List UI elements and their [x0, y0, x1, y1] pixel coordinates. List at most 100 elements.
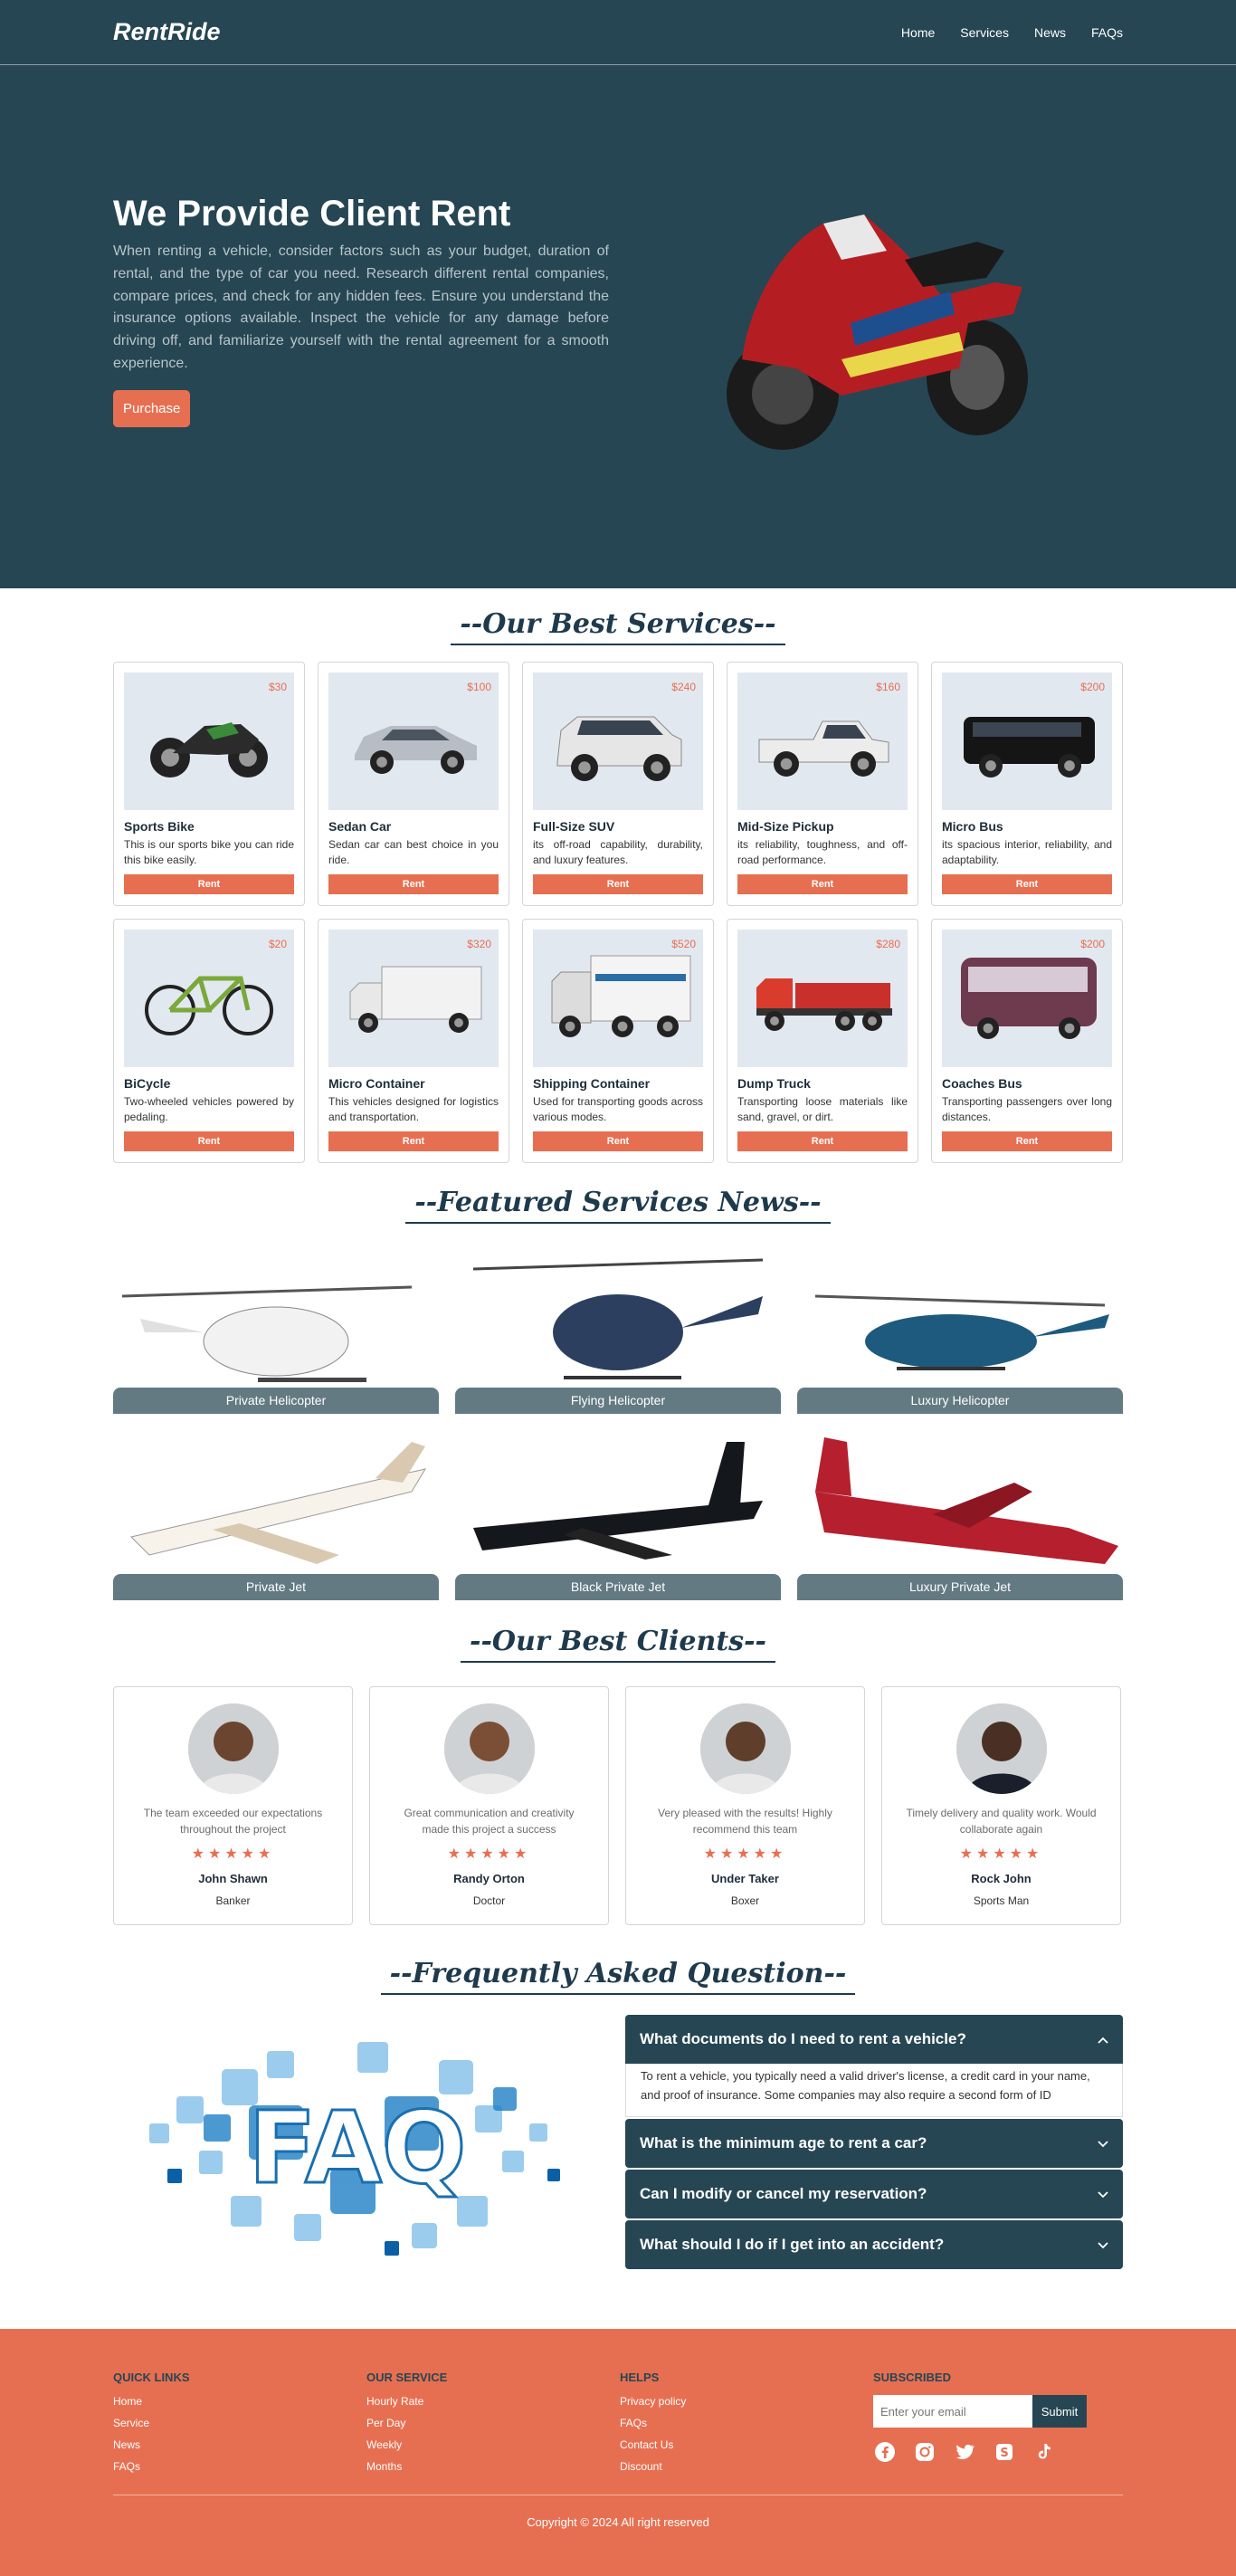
motorcycle-image — [727, 215, 1028, 450]
services-heading-wrap: --Our Best Services-- — [113, 608, 1123, 645]
black-jet-image — [455, 1428, 781, 1589]
service-price: $100 — [467, 681, 491, 693]
footer-link-discount[interactable]: Discount — [620, 2460, 873, 2473]
micro-bus-image — [950, 690, 1104, 794]
client-name: Randy Orton — [453, 1872, 525, 1885]
clients-heading-wrap: --Our Best Clients-- — [113, 1626, 1123, 1663]
subscribe-email-input[interactable] — [873, 2395, 1032, 2428]
featured-card[interactable]: Flying Helicopter — [455, 1242, 781, 1414]
service-image: $100 — [328, 673, 499, 810]
chevron-up-icon — [1098, 2030, 1108, 2048]
site-logo[interactable]: RentRide — [113, 18, 221, 46]
skype-icon[interactable]: S — [993, 2440, 1016, 2464]
footer-link-privacy[interactable]: Privacy policy — [620, 2395, 873, 2408]
service-description: This vehicles designed for logistics and… — [328, 1095, 499, 1124]
rent-button[interactable]: Rent — [737, 1131, 908, 1151]
box-truck-image — [337, 947, 490, 1051]
featured-card[interactable]: Luxury Helicopter — [797, 1242, 1123, 1414]
rent-button[interactable]: Rent — [737, 874, 908, 894]
featured-card[interactable]: Private Jet — [113, 1428, 439, 1600]
service-name: Shipping Container — [533, 1076, 651, 1091]
nav-faqs[interactable]: FAQs — [1091, 25, 1123, 40]
nav-services[interactable]: Services — [960, 25, 1009, 40]
footer-our-service: OUR SERVICE Hourly Rate Per Day Weekly M… — [366, 2371, 620, 2482]
service-description: its reliability, toughness, and off-road… — [737, 838, 908, 867]
faq-question[interactable]: Can I modify or cancel my reservation? — [625, 2170, 1123, 2218]
bicycle-image — [132, 947, 286, 1051]
service-description: Sedan car can best choice in you ride. — [328, 838, 499, 867]
service-name: Sedan Car — [328, 819, 392, 834]
avatar — [443, 1703, 535, 1794]
chevron-down-icon — [1098, 2185, 1108, 2203]
avatar — [956, 1703, 1047, 1794]
footer-link-faqs-help[interactable]: FAQs — [620, 2417, 873, 2429]
featured-card[interactable]: Private Helicopter — [113, 1242, 439, 1414]
footer-link-per-day[interactable]: Per Day — [366, 2417, 620, 2429]
star-rating: ★★★★★ — [447, 1846, 531, 1862]
faq-section: --Frequently Asked Question-- FAQ What d… — [0, 1925, 1236, 2283]
featured-section: --Featured Services News-- Private Helic… — [0, 1163, 1236, 1600]
faq-question[interactable]: What is the minimum age to rent a car? — [625, 2119, 1123, 2168]
clients-grid: The team exceeded our expectations throu… — [113, 1686, 1123, 1925]
featured-card[interactable]: Black Private Jet — [455, 1428, 781, 1600]
footer-link-hourly[interactable]: Hourly Rate — [366, 2395, 620, 2408]
copyright-text: Copyright © 2024 All right reserved — [527, 2515, 709, 2529]
footer-link-faqs[interactable]: FAQs — [113, 2460, 366, 2473]
faq-illustration: FAQ — [149, 2042, 560, 2256]
featured-title: --Featured Services News-- — [405, 1187, 831, 1224]
rent-button[interactable]: Rent — [328, 874, 499, 894]
service-description: its spacious interior, reliability, and … — [942, 838, 1112, 867]
footer-link-contact[interactable]: Contact Us — [620, 2438, 873, 2451]
white-jet-image — [113, 1428, 439, 1589]
footer-link-months[interactable]: Months — [366, 2460, 620, 2473]
service-image: $30 — [124, 673, 294, 810]
footer-link-service[interactable]: Service — [113, 2417, 366, 2429]
featured-heading-wrap: --Featured Services News-- — [113, 1187, 1123, 1224]
footer-link-weekly[interactable]: Weekly — [366, 2438, 620, 2451]
twitter-icon[interactable] — [953, 2440, 976, 2464]
featured-card[interactable]: Luxury Private Jet — [797, 1428, 1123, 1600]
purchase-button[interactable]: Purchase — [113, 389, 191, 427]
rent-button[interactable]: Rent — [328, 1131, 499, 1151]
rent-button[interactable]: Rent — [124, 874, 294, 894]
sports-bike-image — [132, 690, 286, 794]
star-rating: ★★★★★ — [703, 1846, 787, 1862]
featured-label: Flying Helicopter — [455, 1388, 781, 1414]
footer-link-home[interactable]: Home — [113, 2395, 366, 2408]
nav-news[interactable]: News — [1034, 25, 1066, 40]
faq-question[interactable]: What should I do if I get into an accide… — [625, 2220, 1123, 2269]
footer-col-title: HELPS — [620, 2371, 660, 2384]
faq-heading-wrap: --Frequently Asked Question-- — [113, 1958, 1123, 1995]
nav-home[interactable]: Home — [901, 25, 935, 40]
client-quote: Very pleased with the results! Highly re… — [658, 1807, 832, 1836]
rent-button[interactable]: Rent — [942, 1131, 1112, 1151]
social-links: S — [873, 2440, 1123, 2464]
faq-question[interactable]: What documents do I need to rent a vehic… — [625, 2015, 1123, 2064]
client-role: Doctor — [472, 1894, 506, 1907]
instagram-icon[interactable] — [913, 2440, 937, 2464]
service-price: $240 — [671, 681, 696, 693]
footer-helps: HELPS Privacy policy FAQs Contact Us Dis… — [620, 2371, 873, 2482]
service-price: $200 — [1080, 938, 1105, 950]
rent-button[interactable]: Rent — [533, 1131, 703, 1151]
site-header: RentRide Home Services News FAQs — [0, 0, 1236, 65]
service-card: $100 Sedan Car Sedan car can best choice… — [318, 662, 509, 906]
facebook-icon[interactable] — [873, 2440, 897, 2464]
service-image: $20 — [124, 930, 294, 1067]
service-image: $200 — [942, 673, 1112, 810]
featured-label: Luxury Private Jet — [797, 1574, 1123, 1600]
service-name: Mid-Size Pickup — [737, 819, 834, 834]
services-title: --Our Best Services-- — [451, 608, 785, 645]
service-name: Micro Container — [328, 1076, 425, 1091]
service-price: $160 — [876, 681, 900, 693]
rent-button[interactable]: Rent — [533, 874, 703, 894]
chevron-down-icon — [1098, 2236, 1108, 2254]
rent-button[interactable]: Rent — [942, 874, 1112, 894]
subscribe-title: SUBSCRIBED — [873, 2371, 951, 2384]
footer-link-news[interactable]: News — [113, 2438, 366, 2451]
tiktok-icon[interactable] — [1032, 2440, 1056, 2464]
rent-button[interactable]: Rent — [124, 1131, 294, 1151]
service-card: $20 BiCycle Two-wheeled vehicles powered… — [113, 919, 305, 1163]
faq-illustration-text: FAQ — [248, 2090, 466, 2206]
subscribe-submit-button[interactable]: Submit — [1032, 2395, 1087, 2428]
